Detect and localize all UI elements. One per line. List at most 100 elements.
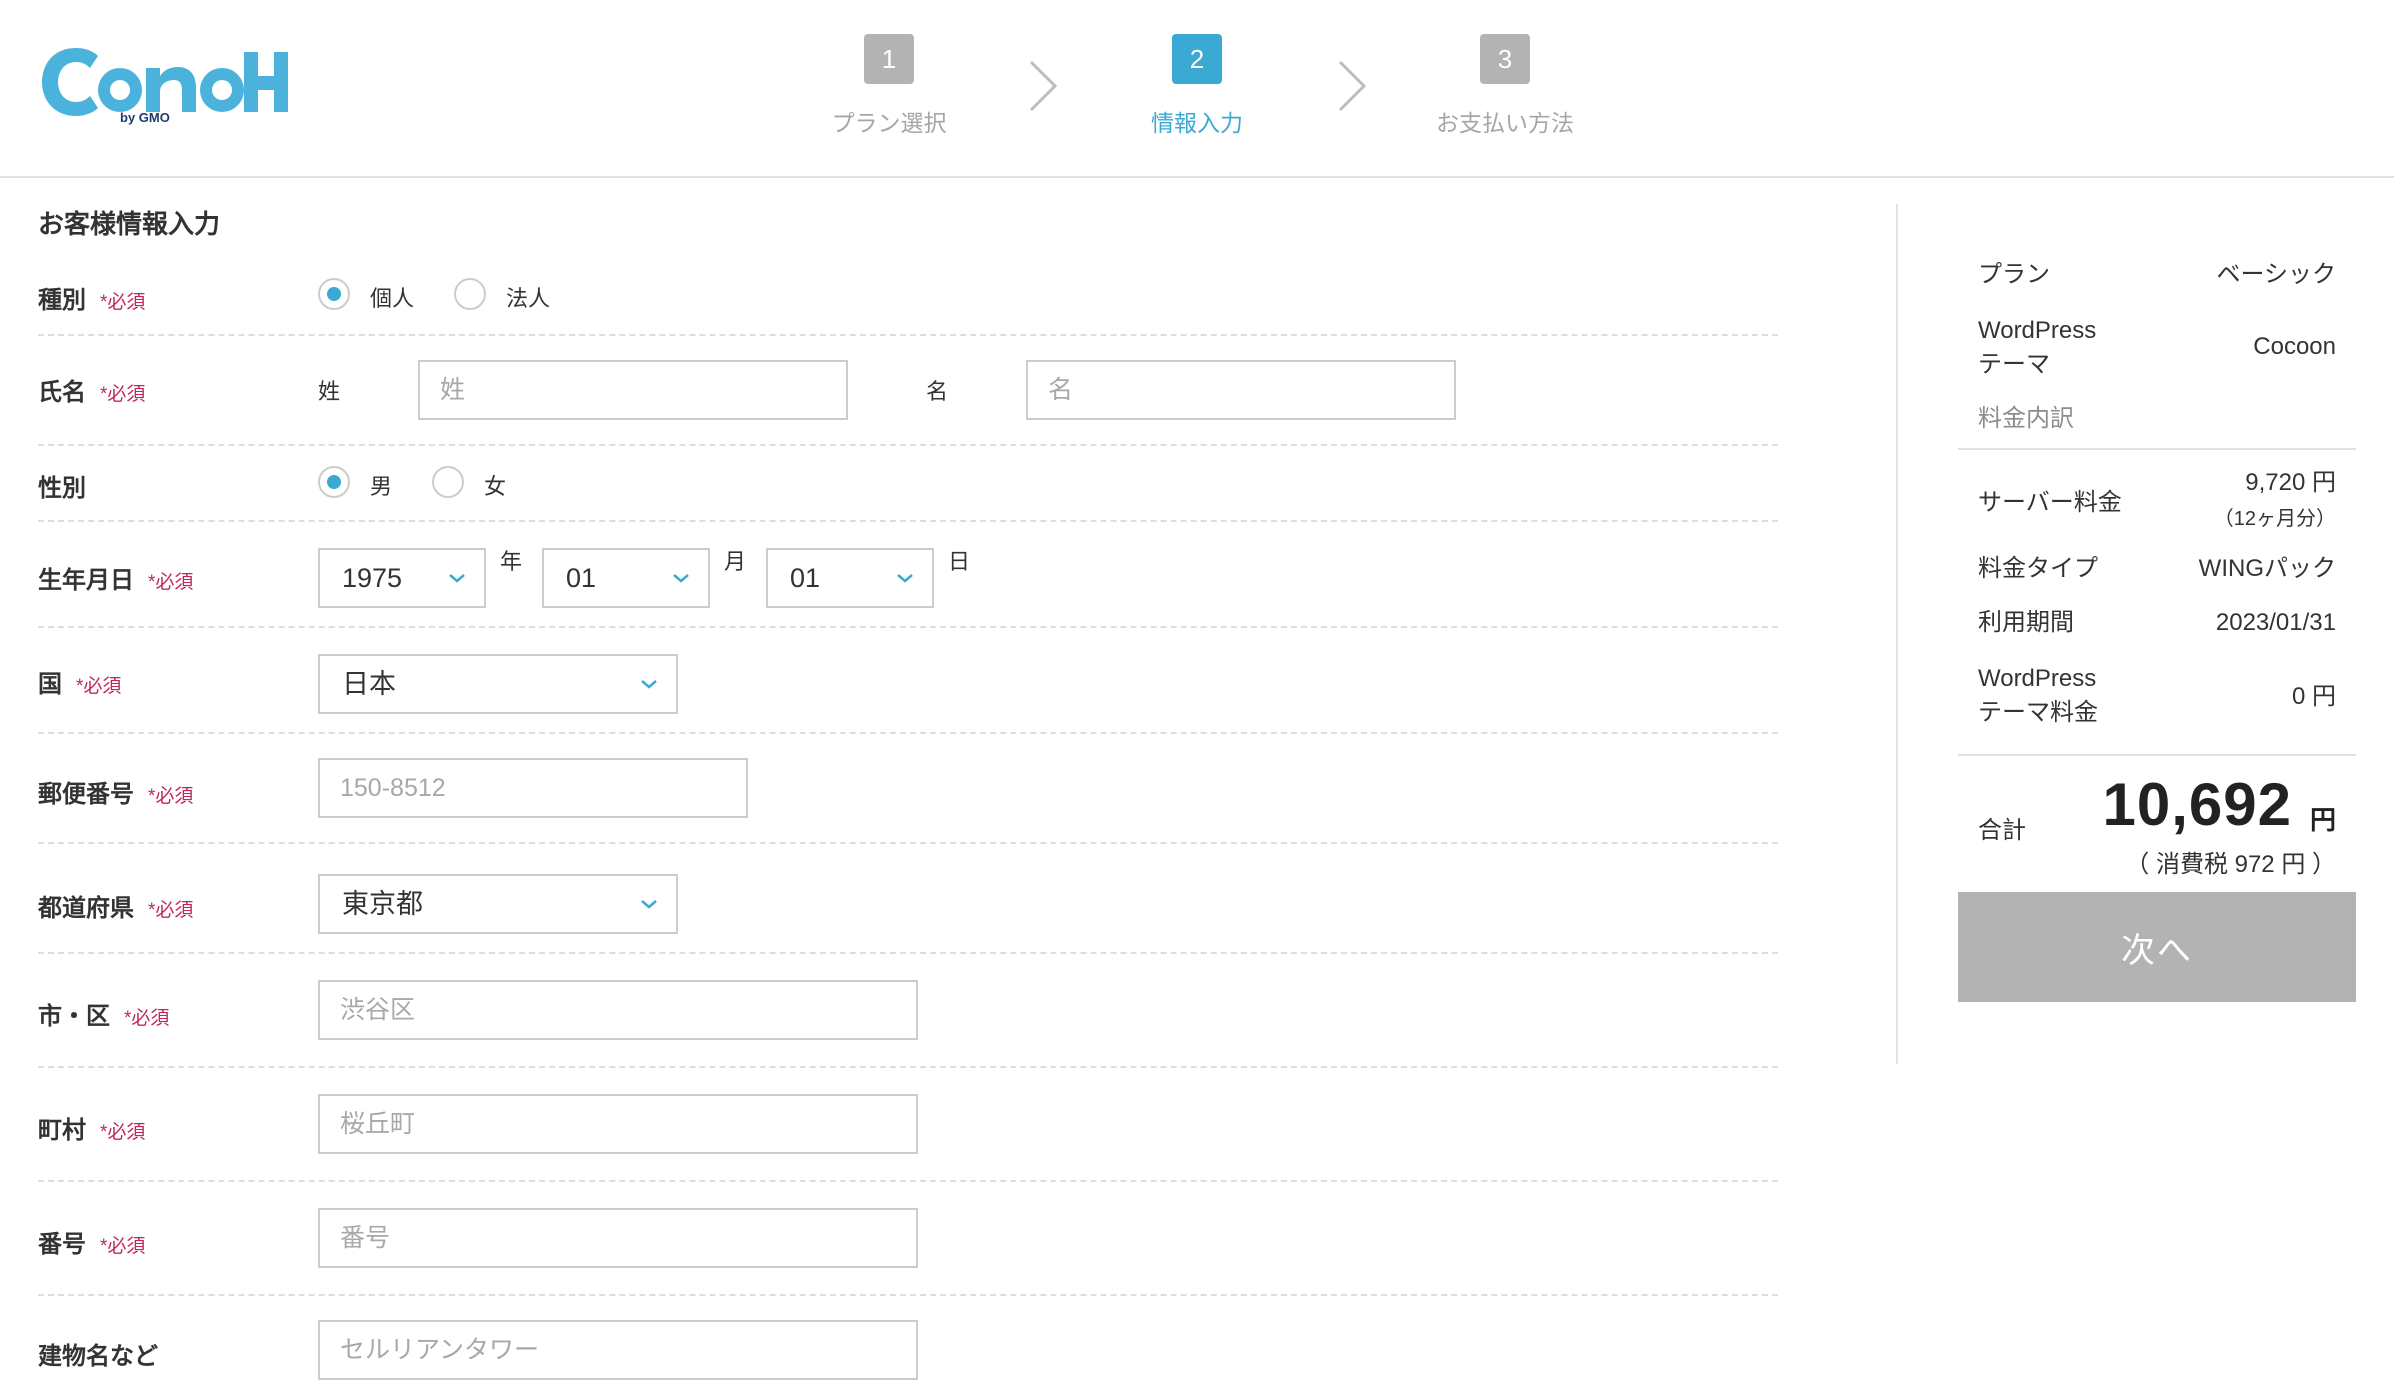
theme-key-line1: WordPress [1978,317,2097,344]
city-label: 市・区 *必須 [38,1003,170,1030]
theme-fee-key-line2: テーマ料金 [1978,699,2098,726]
step-3-label: お支払い方法 [1436,110,1574,136]
breakdown-label: 料金内訳 [1978,405,2074,432]
summary-period-row: 利用期間 2023/01/31 [1958,606,2356,646]
step-1-label: プラン選択 [831,110,947,136]
required-mark: *必須 [100,292,146,313]
year-unit: 年 [500,549,523,574]
name-label: 氏名 *必須 [38,379,146,406]
summary-divider [1958,754,2356,756]
row-city: 市・区 *必須 [38,954,1778,1068]
chevron-down-icon [449,574,465,583]
row-number: 番号 *必須 [38,1182,1778,1296]
form-title: お客様情報入力 [38,209,221,239]
country-select[interactable]: 日本 [318,654,678,714]
step-3: 3 お支払い方法 [1405,34,1605,138]
day-unit: 日 [948,549,971,574]
theme-key-line2: テーマ [1978,351,2050,378]
birth-day-select[interactable]: 01 [766,548,934,608]
tax-note: （ 消費税 972 円 ） [2125,851,2336,878]
row-birthdate: 生年月日 *必須 1975 年 01 月 01 日 [38,522,1778,628]
header: by GMO 1 プラン選択 2 情報入力 3 お支払い方法 [0,0,2394,178]
server-fee-sub: （12ヶ月分） [2213,508,2336,530]
theme-value: Cocoon [2253,333,2336,360]
city-input[interactable] [318,980,918,1040]
birth-month-select[interactable]: 01 [542,548,710,608]
row-name: 氏名*必須 姓 名 [38,336,1778,446]
town-label: 町村 *必須 [38,1117,146,1144]
total-unit: 円 [2309,805,2336,835]
theme-fee-value: 0 円 [2291,683,2336,710]
type-corporate-radio[interactable] [454,278,486,310]
row-type: 種別 *必須 個人 法人 [38,268,1778,336]
period-key: 利用期間 [1978,609,2074,636]
chevron-down-icon [673,574,689,583]
building-input[interactable] [318,1320,918,1380]
total-amount: 10,692 [2102,771,2292,838]
theme-fee-key-line1: WordPress [1978,665,2097,692]
country-value: 日本 [342,669,396,699]
country-label: 国 *必須 [38,671,122,698]
fee-type-value: WINGパック [2198,555,2336,582]
chevron-right-icon [1338,60,1367,112]
first-name-caption: 名 [926,379,949,404]
postal-code-input[interactable] [318,758,748,818]
birth-month-value: 01 [566,563,597,593]
birth-year-value: 1975 [342,563,403,593]
chevron-down-icon [641,680,657,689]
step-1-number: 1 [864,34,914,84]
summary-theme-row: WordPress テーマ Cocoon [1958,314,2356,386]
gender-male-label: 男 [370,474,393,499]
summary-breakdown-row: 料金内訳 [1958,402,2356,442]
month-unit: 月 [724,549,747,574]
server-fee-key: サーバー料金 [1978,489,2122,516]
vertical-divider [1896,204,1898,1064]
number-label: 番号 *必須 [38,1231,146,1258]
row-town: 町村 *必須 [38,1068,1778,1182]
chevron-right-icon [1029,60,1058,112]
plan-value: ベーシック [2216,261,2336,288]
summary-theme-fee-row: WordPress テーマ料金 0 円 [1958,662,2356,734]
address-number-input[interactable] [318,1208,918,1268]
period-value: 2023/01/31 [2215,609,2336,636]
type-label: 種別 *必須 [38,287,146,314]
gender-female-radio[interactable] [432,466,464,498]
prefecture-select[interactable]: 東京都 [318,874,678,934]
summary-type-row: 料金タイプ WINGパック [1958,552,2356,592]
type-individual-radio[interactable] [318,278,350,310]
fee-type-key: 料金タイプ [1978,555,2098,582]
summary-divider [1958,448,2356,450]
gender-label: 性別 [38,475,86,502]
plan-key: プラン [1978,261,2050,288]
customer-info-form: お客様情報入力 種別*必須 個人 法人 氏名*必須 姓 名 性別 男 女 生年月… [38,178,1778,1396]
row-prefecture: 都道府県 *必須 東京都 [38,844,1778,954]
town-input[interactable] [318,1094,918,1154]
last-name-input[interactable] [418,360,848,420]
step-3-number: 3 [1480,34,1530,84]
type-individual-label: 個人 [370,286,415,311]
chevron-down-icon [641,900,657,909]
step-1: 1 プラン選択 [789,34,989,138]
step-2-number: 2 [1172,34,1222,84]
gender-male-radio[interactable] [318,466,350,498]
chevron-down-icon [897,574,913,583]
type-corporate-label: 法人 [506,286,551,311]
birthdate-label: 生年月日 *必須 [38,567,194,594]
row-postal: 郵便番号 *必須 [38,734,1778,844]
summary-total-row: 合計 10,692 円 （ 消費税 972 円 ） [1958,770,2356,890]
prefecture-value: 東京都 [342,889,423,919]
summary-plan-row: プラン ベーシック [1958,258,2356,298]
step-2-label: 情報入力 [1151,110,1243,136]
last-name-caption: 姓 [318,379,341,404]
row-country: 国 *必須 日本 [38,628,1778,734]
step-indicator: 1 プラン選択 2 情報入力 3 お支払い方法 [0,34,2394,144]
total-key: 合計 [1978,817,2026,844]
first-name-input[interactable] [1026,360,1456,420]
next-button[interactable]: 次へ [1958,892,2356,1002]
server-fee-value: 9,720 円 [2245,469,2336,496]
gender-female-label: 女 [484,474,507,499]
summary-server-row: サーバー料金 9,720 円 （12ヶ月分） [1958,466,2356,538]
step-2: 2 情報入力 [1097,34,1297,138]
birth-year-select[interactable]: 1975 [318,548,486,608]
row-building: 建物名など [38,1296,1778,1396]
